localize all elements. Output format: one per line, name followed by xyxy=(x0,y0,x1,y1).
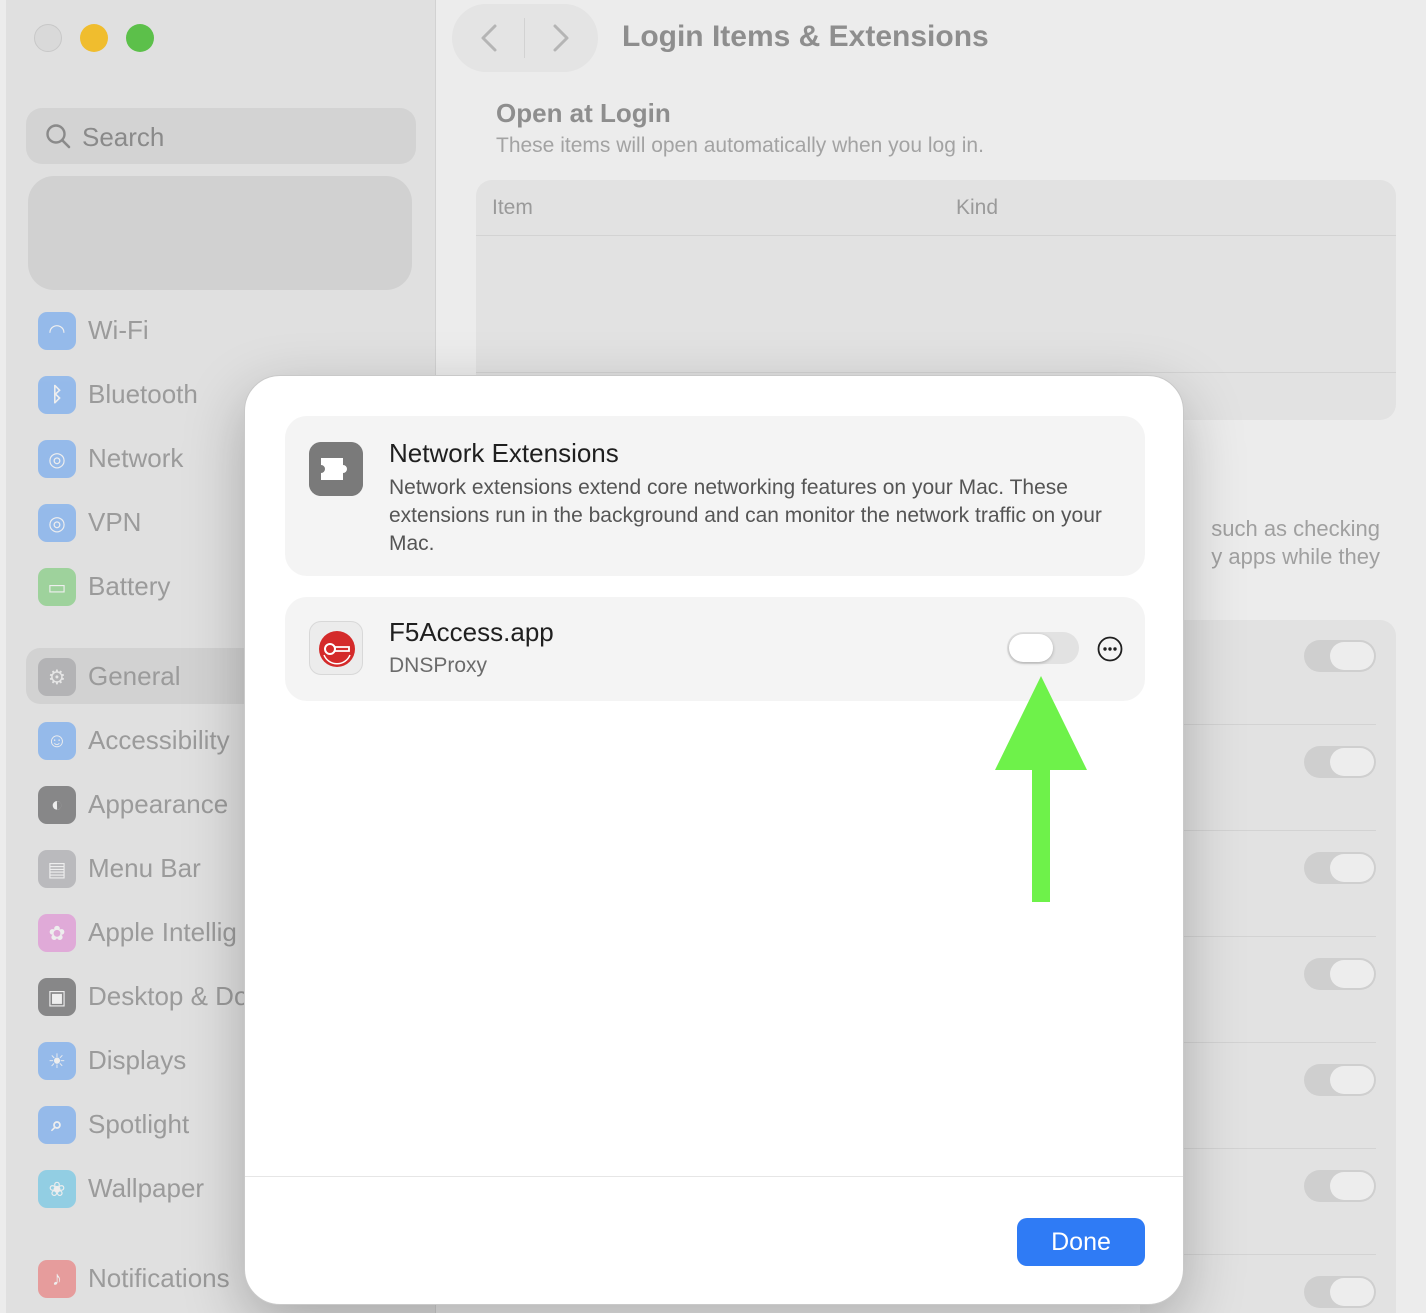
spotlight-icon: ⌕ xyxy=(38,1106,76,1144)
background-toggle[interactable] xyxy=(1304,1276,1376,1308)
background-toggle[interactable] xyxy=(1304,958,1376,990)
table-header: Item Kind xyxy=(476,180,1396,236)
bluetooth-icon: ᛒ xyxy=(38,376,76,414)
sidebar-item-label: Displays xyxy=(88,1045,187,1075)
globe-icon: ◎ xyxy=(38,440,76,478)
search-field[interactable]: Search xyxy=(26,108,416,164)
open-at-login-title: Open at Login xyxy=(496,98,671,128)
f5-logo-icon xyxy=(319,631,355,667)
extension-enable-toggle[interactable] xyxy=(1007,632,1079,664)
sidebar-item-label: Network xyxy=(88,443,184,473)
sidebar-item-label: Desktop & Do xyxy=(88,981,249,1011)
vpn-globe-icon: ◎ xyxy=(38,504,76,542)
open-at-login-subtitle: These items will open automatically when… xyxy=(496,134,984,157)
sidebar-item-label: Apple Intellig xyxy=(88,917,237,947)
sidebar-item-label: General xyxy=(88,661,181,691)
sidebar-item-label: Bluetooth xyxy=(88,379,198,409)
background-toggle[interactable] xyxy=(1304,640,1376,672)
sidebar-item-label: Accessibility xyxy=(88,725,230,755)
search-placeholder: Search xyxy=(82,122,165,152)
nav-separator xyxy=(524,18,525,58)
desktop-dock-icon: ▣ xyxy=(38,978,76,1016)
window-title: Login Items & Extensions xyxy=(622,20,989,53)
extension-puzzle-icon xyxy=(309,442,363,496)
sidebar-item-label: Spotlight xyxy=(88,1109,190,1139)
network-extensions-title: Network Extensions xyxy=(389,438,619,468)
apple-intelligence-icon: ✿ xyxy=(38,914,76,952)
table-footer-divider xyxy=(476,372,1396,373)
network-extensions-sheet: Network Extensions Network extensions ex… xyxy=(244,375,1184,1305)
background-toggle[interactable] xyxy=(1304,1170,1376,1202)
bell-icon: ♪ xyxy=(38,1260,76,1298)
maximize-window-button[interactable] xyxy=(126,24,154,52)
sidebar-item-label: Battery xyxy=(88,571,171,601)
background-toggle[interactable] xyxy=(1304,1064,1376,1096)
more-options-icon[interactable] xyxy=(1097,636,1123,662)
appearance-icon: ◐ xyxy=(38,786,76,824)
network-extensions-description: Network extensions extend core networkin… xyxy=(389,476,1102,555)
apple-account-card[interactable] xyxy=(28,176,412,290)
sidebar-item-label: Menu Bar xyxy=(88,853,201,883)
wifi-icon: ◠ xyxy=(38,312,76,350)
done-button[interactable]: Done xyxy=(1017,1218,1145,1266)
forward-chevron-icon[interactable] xyxy=(540,18,580,58)
sidebar-item-label: Wi-Fi xyxy=(88,315,149,345)
extension-app-name: F5Access.app xyxy=(389,617,554,647)
minimize-window-button[interactable] xyxy=(80,24,108,52)
search-icon xyxy=(46,124,71,149)
wallpaper-flower-icon: ❀ xyxy=(38,1170,76,1208)
battery-icon: ▭ xyxy=(38,568,76,606)
background-toggle[interactable] xyxy=(1304,746,1376,778)
sidebar-item-wi-fi[interactable]: ◠ Wi-Fi xyxy=(26,302,426,358)
sidebar-item-label: VPN xyxy=(88,507,142,537)
sheet-footer-divider xyxy=(245,1176,1183,1177)
gear-icon: ⚙ xyxy=(38,658,76,696)
accessibility-icon: ☺ xyxy=(38,722,76,760)
brightness-icon: ☀ xyxy=(38,1042,76,1080)
background-toggle[interactable] xyxy=(1304,852,1376,884)
navigation-buttons xyxy=(452,4,598,72)
column-header-item[interactable]: Item xyxy=(492,196,533,220)
annotation-up-arrow-icon xyxy=(995,676,1087,902)
menu-bar-icon: ▤ xyxy=(38,850,76,888)
sidebar-item-label: Appearance xyxy=(88,789,229,819)
column-header-kind[interactable]: Kind xyxy=(956,196,998,220)
close-window-button[interactable] xyxy=(34,24,62,52)
network-extensions-info-card: Network Extensions Network extensions ex… xyxy=(285,416,1145,576)
extension-kind: DNSProxy xyxy=(389,654,488,677)
toggle-knob xyxy=(1009,634,1053,662)
f5access-app-icon xyxy=(309,621,363,675)
sidebar-item-label: Wallpaper xyxy=(88,1173,205,1203)
sidebar-item-label: Notifications xyxy=(88,1263,230,1293)
back-chevron-icon[interactable] xyxy=(470,18,510,58)
